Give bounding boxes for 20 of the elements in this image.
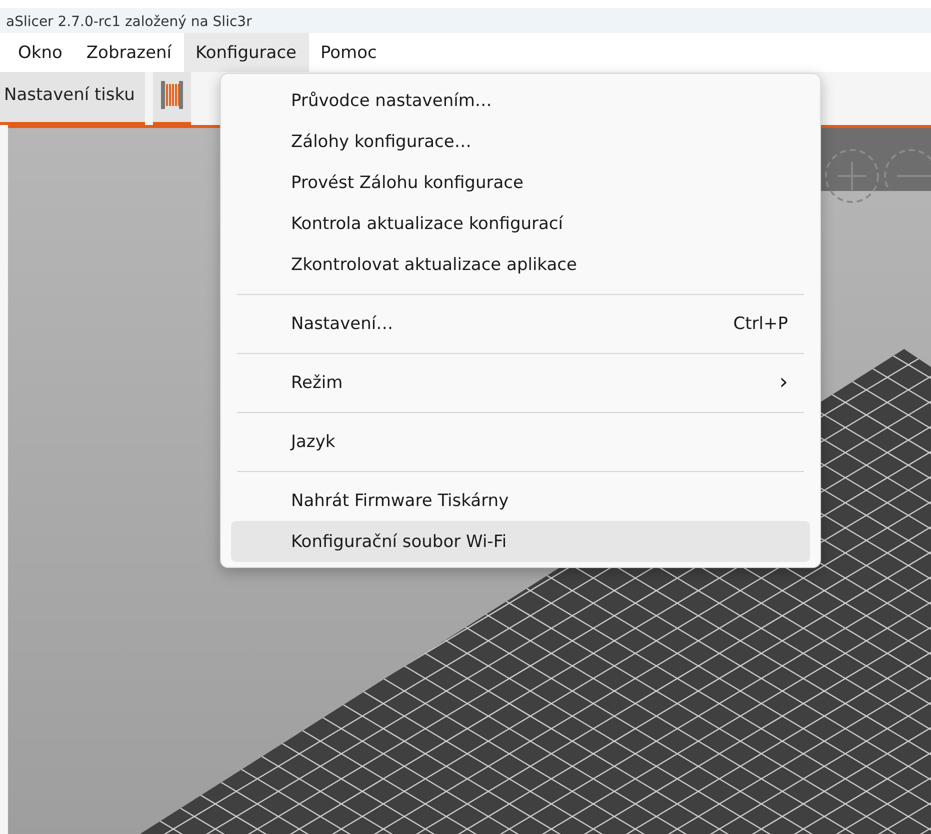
menu-item[interactable]: Jazyk: [231, 421, 810, 462]
menu-item[interactable]: Zkontrolovat aktualizace aplikace: [231, 244, 810, 285]
menu-item[interactable]: Průvodce nastavením…: [231, 80, 810, 121]
menu-bar-item[interactable]: Pomoc: [308, 33, 389, 72]
menu-bar-item[interactable]: Zobrazení: [74, 33, 184, 72]
filament-spool-icon: [160, 81, 183, 109]
zoom-out-icon[interactable]: [883, 148, 931, 191]
menu-item[interactable]: Nastavení… Ctrl+P: [231, 303, 810, 344]
zoom-in-icon[interactable]: [824, 148, 880, 204]
settings-tab[interactable]: Nastavení tisku: [0, 72, 145, 125]
filament-tab[interactable]: [152, 72, 191, 125]
menu-item[interactable]: Režim ›: [231, 362, 810, 403]
menu-item[interactable]: Zálohy konfigurace…: [231, 121, 810, 162]
menu-bar-item[interactable]: Okno: [6, 33, 74, 72]
menu-item[interactable]: Konfigurační soubor Wi-Fi: [231, 521, 810, 562]
window-title: aSlicer 2.7.0-rc1 založený na Slic3r: [6, 14, 252, 32]
menu-bar-item[interactable]: Konfigurace: [184, 33, 308, 72]
menu-item[interactable]: Nahrát Firmware Tiskárny: [231, 480, 810, 521]
menu-item[interactable]: Provést Zálohu konfigurace: [231, 162, 810, 203]
menu-item[interactable]: Kontrola aktualizace konfigurací: [231, 203, 810, 244]
